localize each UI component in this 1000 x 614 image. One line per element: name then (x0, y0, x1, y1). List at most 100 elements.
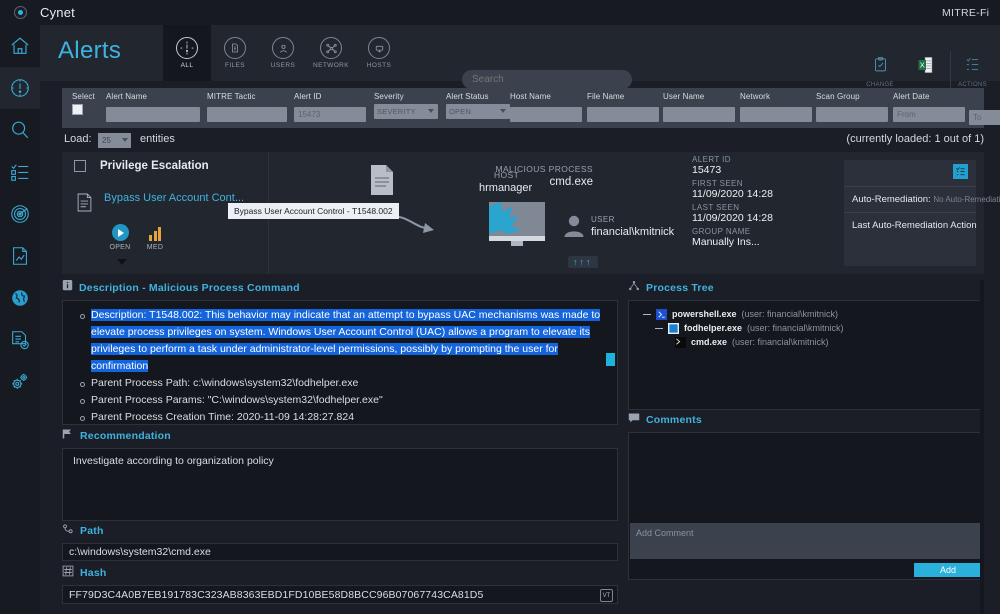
tab-files-label: FILES (224, 62, 246, 69)
filter-alert-status-value: OPEN (449, 107, 472, 116)
add-comment-button[interactable]: Add (914, 563, 982, 577)
user-circle-icon (272, 37, 294, 59)
collapse-toggle-icon[interactable] (655, 324, 663, 332)
first-seen-key: FIRST SEEN (692, 179, 743, 188)
report-chart-icon (9, 245, 31, 267)
filter-scan-group-label: Scan Group (816, 92, 860, 101)
description-section: Description - Malicious Process Command … (62, 280, 618, 425)
filter-network-input[interactable] (740, 107, 812, 122)
recommendation-section: Recommendation Investigate according to … (62, 428, 618, 521)
expand-caret-icon[interactable] (117, 259, 127, 265)
add-comment-input[interactable] (630, 523, 984, 559)
description-scrollbar[interactable] (606, 353, 615, 366)
tab-users[interactable]: USERS (259, 25, 307, 81)
actions-button[interactable]: ACTIONS (950, 51, 994, 90)
filter-severity-value: SEVERITY (377, 107, 416, 116)
comments-body: Add (628, 432, 984, 580)
search-input[interactable] (462, 70, 632, 89)
alert-category: Privilege Escalation (100, 160, 209, 172)
filter-alert-status-select[interactable]: OPEN (446, 104, 510, 119)
brand-name: Cynet (40, 5, 75, 20)
sidebar-item-settings[interactable] (0, 361, 40, 403)
process-tree-node[interactable]: fodhelper.exe (user: financial\kmitnick) (637, 321, 975, 335)
last-remediation-action[interactable]: Last Auto-Remediation Action (844, 212, 977, 238)
filter-alert-name-input[interactable] (106, 107, 200, 122)
alert-severity-indicator[interactable]: MED (142, 224, 168, 251)
export-excel-button[interactable]: X (904, 51, 948, 83)
excel-export-icon: X (915, 55, 937, 80)
sidebar-item-scan[interactable] (0, 193, 40, 235)
description-item: Parent Process Params: "C:\windows\syste… (73, 392, 607, 409)
detail-scrollbar[interactable] (980, 280, 984, 614)
sidebar-item-home[interactable] (0, 25, 40, 67)
collapse-toggle-icon[interactable] (643, 310, 651, 318)
select-all-checkbox[interactable] (72, 104, 83, 115)
group-name-key: GROUP NAME (692, 227, 751, 236)
alert-summary-card[interactable]: Privilege Escalation Bypass User Account… (62, 152, 1000, 274)
process-document-icon (369, 164, 395, 201)
comments-title: Comments (646, 414, 702, 426)
filter-user-name-input[interactable] (663, 107, 735, 122)
alert-status-indicator[interactable]: OPEN (107, 224, 133, 251)
process-name: cmd.exe (691, 337, 728, 347)
tab-all[interactable]: ALL (163, 25, 211, 81)
hash-body: FF79D3C4A0B7EB191783C323AB8363EBD1FD10BE… (62, 585, 618, 604)
sidebar-item-network[interactable] (0, 277, 40, 319)
first-seen-value: 11/09/2020 14:28 (692, 188, 773, 200)
page-title: Alerts (58, 37, 122, 64)
filter-bar: Select Alert Name MITRE Tactic Alert ID … (62, 88, 1000, 128)
comments-section: Comments Add (628, 412, 984, 580)
tab-network-label: NETWORK (312, 62, 350, 69)
virustotal-icon[interactable]: VT (600, 589, 613, 602)
filter-scan-group-input[interactable] (816, 107, 888, 122)
alert-row-checkbox[interactable] (74, 160, 86, 172)
filter-network-label: Network (740, 92, 771, 101)
escalation-arrows-icon: ↑↑↑ (568, 256, 598, 268)
filter-mitre-tactic-input[interactable] (207, 107, 287, 122)
actions-list-icon (964, 55, 981, 79)
filter-alert-date-label: Alert Date (893, 92, 930, 101)
tab-files[interactable]: FILES (211, 25, 259, 81)
home-icon (9, 35, 31, 57)
process-user: (user: financial\kmitnick) (747, 323, 844, 333)
network-circle-icon (320, 37, 342, 59)
remediation-list-icon[interactable] (953, 164, 968, 179)
process-name: fodhelper.exe (684, 323, 743, 333)
process-tree-node[interactable]: cmd.exe (user: financial\kmitnick) (637, 335, 975, 349)
filter-alert-date-from-input[interactable] (893, 107, 965, 122)
sidebar-item-audit[interactable] (0, 319, 40, 361)
filter-severity-select[interactable]: SEVERITY (374, 104, 438, 119)
sidebar-item-reports[interactable] (0, 235, 40, 277)
alert-detail: Description - Malicious Process Command … (62, 280, 984, 614)
filter-severity-label: Severity (374, 92, 404, 101)
host-circle-icon (368, 37, 390, 59)
path-icon (62, 522, 74, 540)
filter-alert-date-to-input[interactable] (969, 110, 1000, 125)
auto-remediation-title: Auto-Remediation: (852, 194, 931, 205)
hash-section: Hash FF79D3C4A0B7EB191783C323AB8363EBD1F… (62, 565, 618, 604)
host-label: HOST (494, 170, 520, 180)
description-item-text: Description: T1548.002: This behavior ma… (91, 309, 601, 372)
alert-name-link[interactable]: Bypass User Account Cont... (104, 192, 244, 204)
tab-hosts[interactable]: HOSTS (355, 25, 403, 81)
alert-id-key: ALERT ID (692, 155, 731, 164)
process-tree-node[interactable]: powershell.exe (user: financial\kmitnick… (637, 307, 975, 321)
page-size-select[interactable]: 25 (98, 133, 131, 148)
mitre-label: MITRE-Fi (942, 6, 990, 19)
auto-remediation-value: No Auto-Remediation (933, 195, 1000, 204)
cynet-logo-icon[interactable] (0, 0, 40, 25)
comments-list (629, 433, 983, 523)
sidebar-item-search[interactable] (0, 109, 40, 151)
filter-file-name-input[interactable] (587, 107, 659, 122)
powershell-icon (656, 308, 667, 320)
alert-file-icon (76, 192, 93, 218)
sidebar-item-tasks[interactable] (0, 151, 40, 193)
process-tree-body: powershell.exe (user: financial\kmitnick… (628, 300, 984, 410)
alert-severity-label: MED (146, 244, 164, 251)
path-title: Path (80, 525, 104, 537)
filter-alert-id-input[interactable] (294, 107, 366, 122)
tree-icon (628, 279, 640, 297)
filter-host-name-input[interactable] (510, 107, 582, 122)
tab-network[interactable]: NETWORK (307, 25, 355, 81)
sidebar-item-alerts[interactable] (0, 67, 40, 109)
